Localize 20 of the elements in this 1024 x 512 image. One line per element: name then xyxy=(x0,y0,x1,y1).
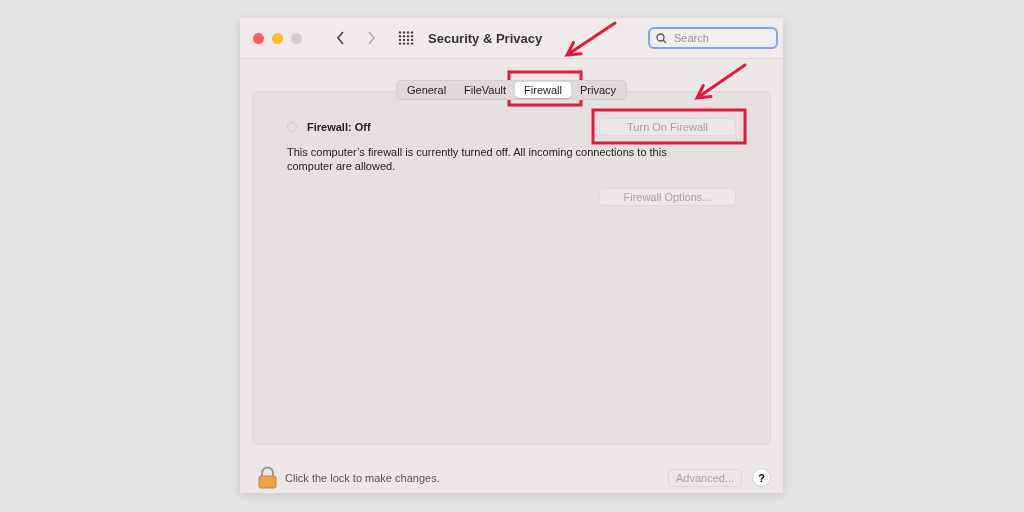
zoom-button[interactable] xyxy=(291,32,302,44)
minimize-button[interactable] xyxy=(272,32,283,44)
window-title: Security & Privacy xyxy=(428,30,544,46)
search-icon xyxy=(656,32,667,44)
firewall-description: This computer’s firewall is currently turned off. All incoming connections to this computer are allowed. xyxy=(287,145,668,173)
tab[interactable]: General xyxy=(397,82,456,98)
tab[interactable]: Firewall xyxy=(515,82,571,98)
tab[interactable]: Privacy xyxy=(571,82,626,98)
search-input[interactable]: Search xyxy=(672,31,766,45)
annotation-arrow xyxy=(564,21,617,57)
firewall-status: Firewall: Off xyxy=(307,121,372,133)
lock-icon[interactable] xyxy=(258,466,277,489)
close-button[interactable] xyxy=(253,32,264,44)
search-field[interactable]: Search xyxy=(648,27,778,49)
tab[interactable]: FileVault xyxy=(455,82,516,98)
lock-message: Click the lock to make changes. xyxy=(285,471,441,484)
back-icon[interactable] xyxy=(336,31,345,45)
grid-icon[interactable] xyxy=(398,31,414,45)
annotation-arrow xyxy=(694,63,747,100)
help-button[interactable]: ? xyxy=(752,468,771,487)
